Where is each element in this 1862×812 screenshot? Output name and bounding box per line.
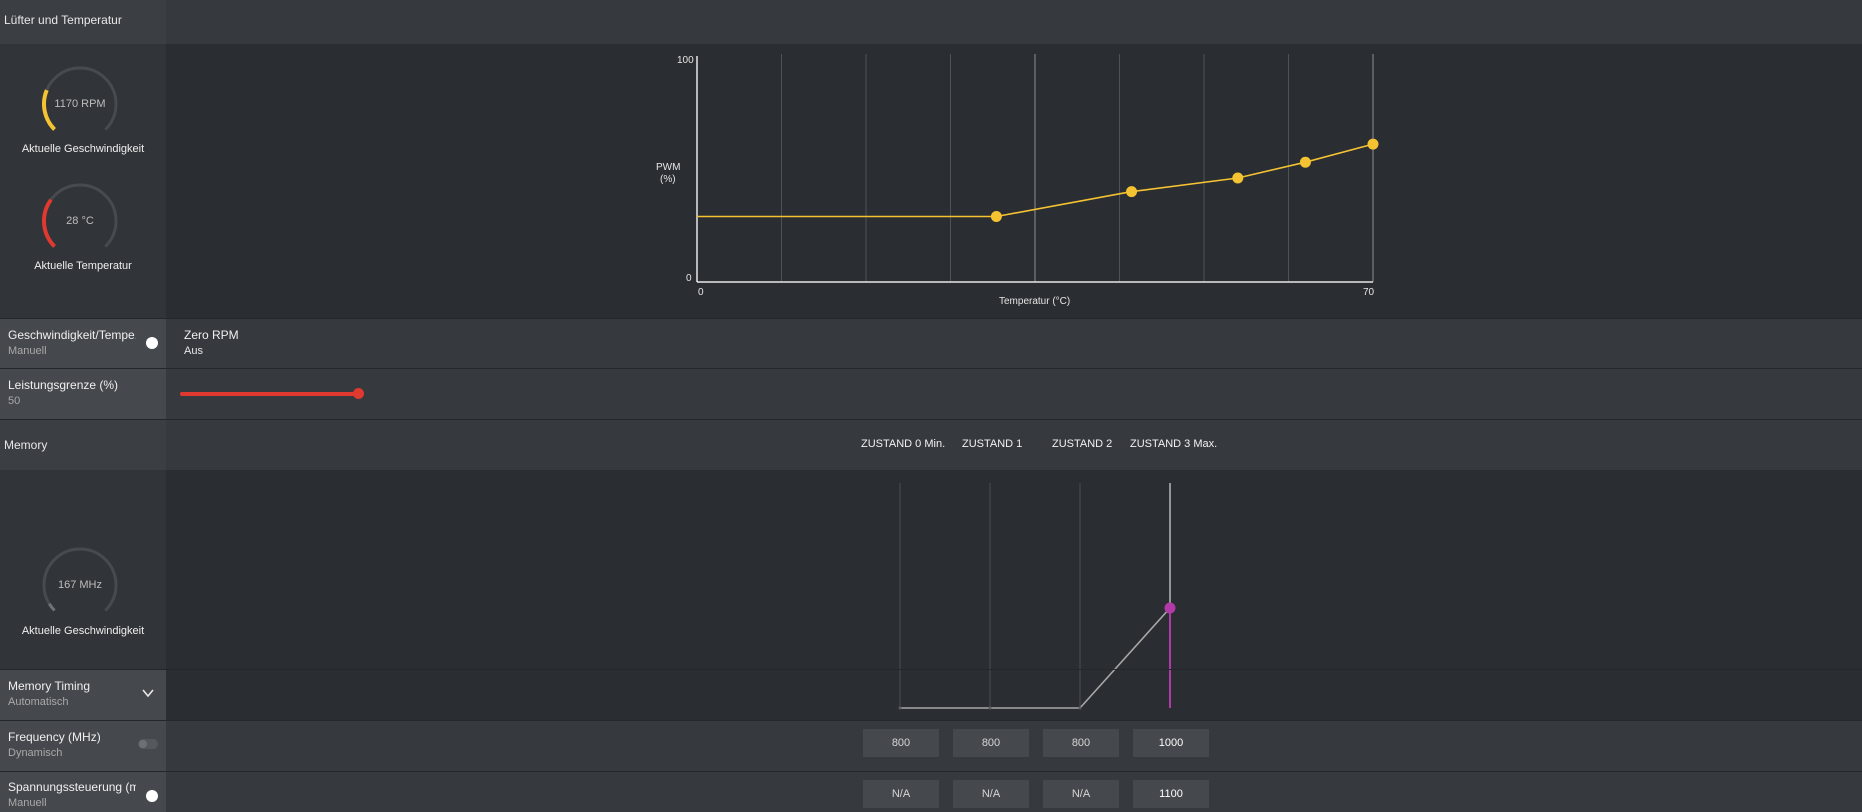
voltage-value: Manuell [8, 797, 47, 809]
power-limit-row: Leistungsgrenze (%) 50 [0, 369, 1862, 419]
zero-rpm-title: Zero RPM [184, 328, 239, 342]
memory-timing-value: Automatisch [8, 696, 69, 708]
fan-chart-grid [781, 54, 1374, 282]
frequency-value: Dynamisch [8, 747, 63, 759]
memory-gauge-panel: 167 MHz Aktuelle Geschwindigkeit [0, 470, 166, 670]
power-limit-value: 50 [8, 395, 21, 407]
fan-chart-y-min-label: 0 [686, 273, 692, 284]
frequency-state-1-field[interactable]: 800 [953, 729, 1029, 757]
fan-chart-x-label: Temperatur (°C) [999, 296, 1070, 307]
chevron-down-icon[interactable] [142, 687, 154, 699]
fan-curve-point[interactable] [1126, 186, 1138, 198]
speed-temp-value: Manuell [8, 345, 47, 357]
frequency-row: Frequency (MHz) Dynamisch 800 800 800 10… [0, 721, 1862, 771]
speed-gauge-label: Aktuelle Geschwindigkeit [21, 143, 145, 155]
fan-curve-chart[interactable]: 100 0 0 70 PWM (%) Temperatur (°C) [166, 44, 1862, 318]
fan-chart-x-min-label: 0 [698, 287, 704, 298]
memory-speed-gauge-label: Aktuelle Geschwindigkeit [21, 625, 145, 637]
fan-curve-point[interactable] [1232, 172, 1244, 184]
memory-state-point[interactable] [1164, 602, 1176, 614]
fan-section-title: Lüfter und Temperatur [4, 13, 122, 27]
fan-curve-point[interactable] [1299, 156, 1311, 168]
speed-temp-control[interactable]: Geschwindigkeit/Tempe... Manuell [0, 319, 166, 368]
frequency-control: Frequency (MHz) Dynamisch [0, 721, 166, 771]
fan-chart-x-max-label: 70 [1363, 287, 1375, 298]
state-3-label: ZUSTAND 3 Max. [1130, 438, 1218, 450]
memory-timing-row: Memory Timing Automatisch [0, 670, 1862, 720]
power-limit-title: Leistungsgrenze (%) [8, 378, 119, 392]
voltage-control: Spannungssteuerung (mV) Manuell [0, 772, 166, 812]
voltage-title: Spannungssteuerung (mV) [8, 780, 136, 794]
fan-curve-point[interactable] [1367, 138, 1379, 150]
state-2-label: ZUSTAND 2 [1052, 438, 1113, 450]
temperature-gauge-value: 28 °C [66, 215, 94, 227]
voltage-toggle[interactable] [146, 790, 158, 802]
speed-temp-title: Geschwindigkeit/Tempe... [8, 328, 136, 342]
temperature-gauge-label: Aktuelle Temperatur [34, 260, 132, 272]
power-limit-slider-track[interactable] [180, 392, 358, 396]
voltage-state-2-field[interactable]: N/A [1043, 780, 1119, 808]
zero-rpm-value[interactable]: Aus [184, 345, 203, 357]
speed-temp-row: Geschwindigkeit/Tempe... Manuell Zero RP… [0, 319, 1862, 368]
power-limit-slider-thumb[interactable] [353, 388, 364, 399]
memory-timing-control[interactable]: Memory Timing Automatisch [0, 670, 166, 720]
frequency-state-2-field[interactable]: 800 [1043, 729, 1119, 757]
frequency-state-0-field[interactable]: 800 [863, 729, 939, 757]
memory-timing-title: Memory Timing [8, 679, 91, 693]
fan-chart-y-label-line1: PWM [656, 162, 680, 173]
frequency-title: Frequency (MHz) [8, 730, 101, 744]
fan-chart-series [697, 138, 1379, 222]
fan-chart-y-label-line2: (%) [660, 174, 676, 185]
frequency-toggle[interactable] [138, 739, 158, 749]
memory-section-title: Memory [4, 438, 48, 452]
memory-speed-gauge-value: 167 MHz [57, 579, 103, 591]
fan-curve-point[interactable] [990, 210, 1002, 222]
state-1-label: ZUSTAND 1 [962, 438, 1023, 450]
speed-gauge-value: 1170 RPM [54, 98, 106, 110]
fan-gauges-panel: 1170 RPM Aktuelle Geschwindigkeit 28 °C … [0, 44, 166, 318]
voltage-state-0-field[interactable]: N/A [863, 780, 939, 808]
frequency-state-3-field[interactable]: 1000 [1133, 729, 1209, 757]
fan-chart-y-max-label: 100 [677, 55, 694, 66]
power-limit-control: Leistungsgrenze (%) 50 [0, 369, 166, 419]
voltage-state-1-field[interactable]: N/A [953, 780, 1029, 808]
voltage-state-3-field[interactable]: 1100 [1133, 780, 1209, 808]
fan-section-header: Lüfter und Temperatur [0, 0, 1862, 44]
speed-temp-toggle[interactable] [146, 337, 158, 349]
state-0-label: ZUSTAND 0 Min. [861, 438, 946, 450]
voltage-row: Spannungssteuerung (mV) Manuell N/A N/A … [0, 772, 1862, 812]
